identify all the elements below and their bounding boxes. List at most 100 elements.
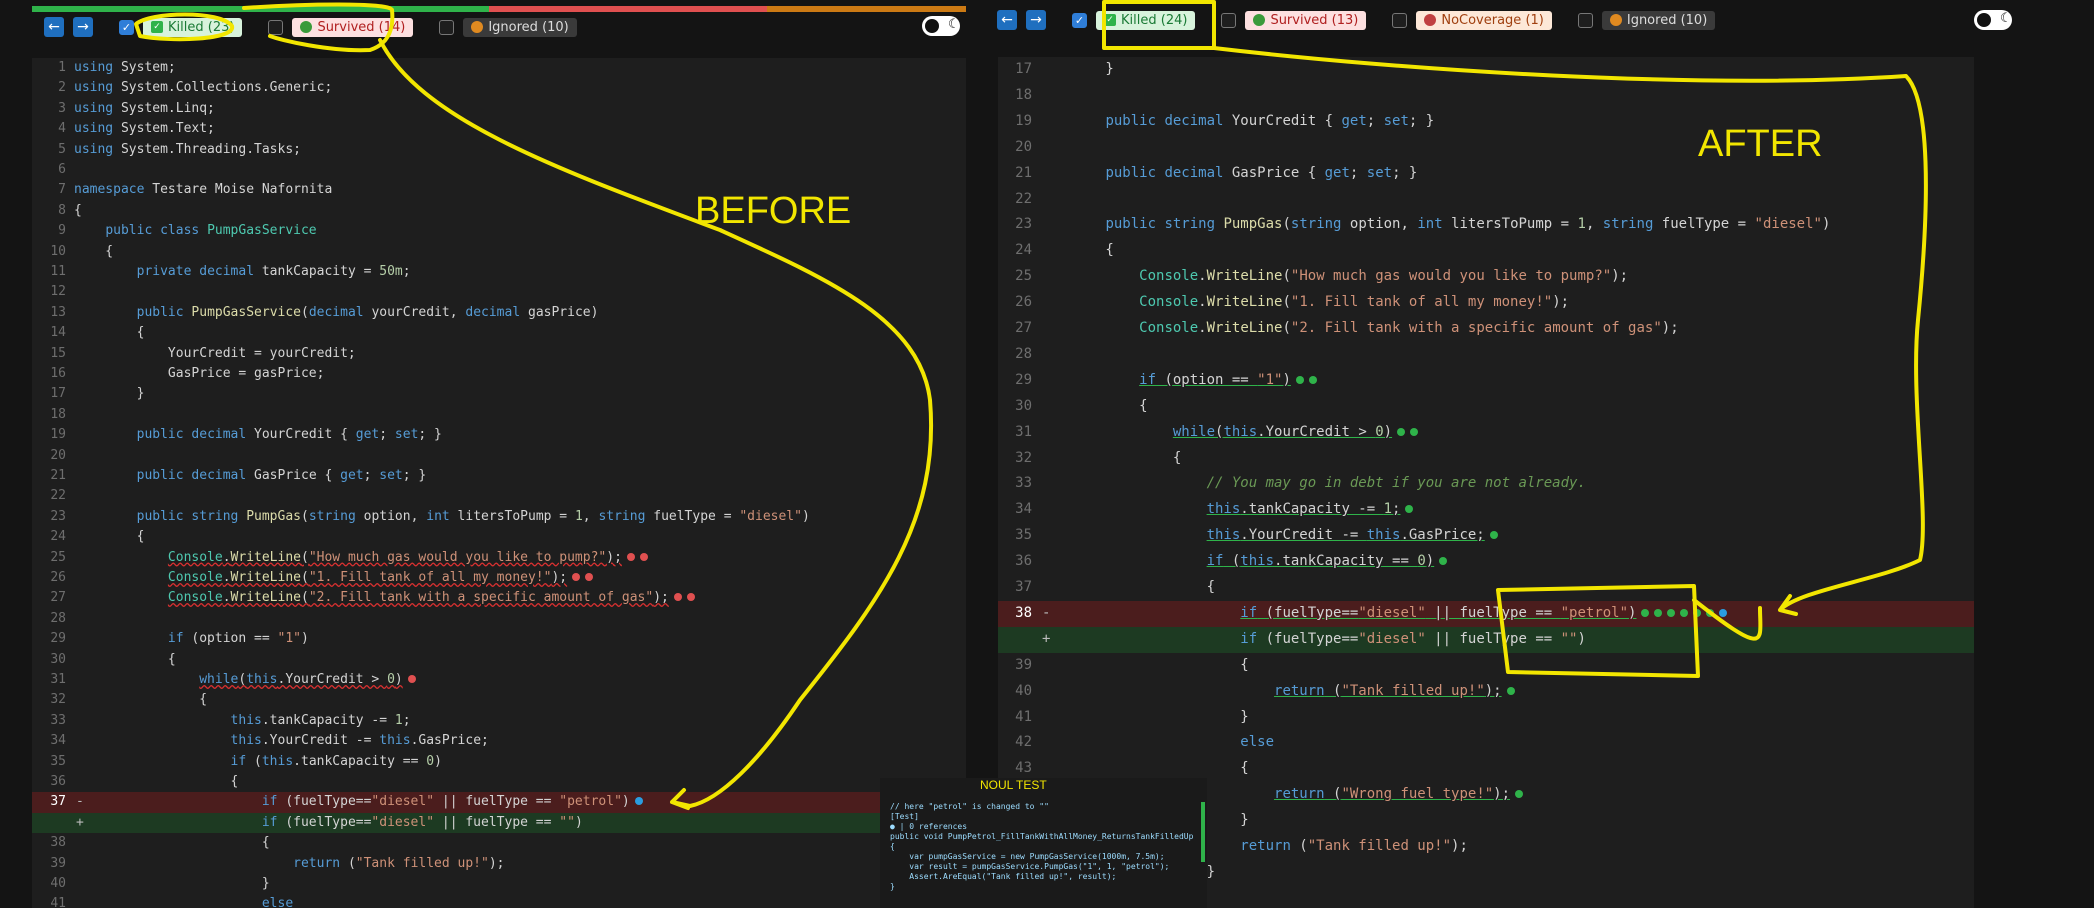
before-label: BEFORE	[695, 190, 852, 232]
killed-mutant-dot[interactable]	[1397, 427, 1406, 436]
code-token: )	[1577, 630, 1586, 647]
code-token: public string	[136, 508, 239, 524]
filter-checkbox-nocov[interactable]	[1392, 12, 1408, 28]
survived-mutant-dot[interactable]	[407, 675, 416, 683]
code-token: (	[1156, 371, 1173, 388]
code-text: namespace Testare Moise Nafornita	[74, 180, 332, 200]
next-mutant-button[interactable]: →	[73, 17, 93, 37]
killed-mutant-dot[interactable]	[1654, 608, 1663, 617]
killed-mutant-dot[interactable]	[1405, 505, 1414, 514]
null-test-title: NOUL TEST	[980, 778, 1047, 792]
selected-mutant-dot[interactable]	[634, 797, 643, 806]
selected-mutant-dot[interactable]	[1719, 608, 1728, 617]
code-token: tankCapacity =	[254, 264, 380, 279]
filter-checkbox-ign[interactable]	[1577, 12, 1593, 28]
added-code-line: + if (fuelType=="diesel" || fuelType == …	[32, 812, 966, 834]
filter-badge-killed[interactable]: ✓ Killed (24)	[1096, 10, 1196, 30]
filter-checkbox-ign[interactable]	[439, 19, 455, 35]
filter-checkbox-surv[interactable]	[1221, 12, 1237, 28]
code-token: .GasPrice;	[1400, 527, 1485, 544]
survived-mutant-dot[interactable]	[626, 552, 635, 561]
filter-label: Ignored (10)	[1626, 12, 1708, 28]
code-token: while	[199, 672, 239, 687]
killed-mutant-dot[interactable]	[1295, 375, 1304, 384]
code-token: int	[426, 508, 450, 524]
line-number: 19	[1015, 112, 1032, 129]
moon-icon: ☾	[2000, 11, 2008, 26]
line-number: 3	[58, 100, 66, 116]
killed-mutant-dot[interactable]	[1489, 531, 1498, 540]
code-token: get	[1341, 112, 1367, 129]
moon-icon: ☾	[948, 17, 956, 32]
killed-mutant-dot[interactable]	[1667, 608, 1676, 617]
code-token: set	[1366, 164, 1393, 181]
code-token: (	[301, 508, 309, 524]
filter-badge-killed[interactable]: ✓ Killed (23)	[143, 17, 243, 37]
code-token: ; }	[1408, 112, 1435, 129]
killed-mutant-dot[interactable]	[1641, 608, 1650, 617]
killed-mutant-dot[interactable]	[1680, 608, 1689, 617]
line-number: 29	[50, 631, 66, 647]
progress-segment-killed	[32, 6, 490, 12]
line-number: 23	[50, 508, 66, 524]
killed-mutant-dot[interactable]	[1410, 427, 1419, 436]
killed-mutant-dot[interactable]	[1506, 686, 1515, 695]
code-token: "Tank filled up!"	[1341, 682, 1485, 699]
theme-toggle[interactable]: ☾	[922, 16, 960, 36]
code-token: YourCredit {	[1223, 112, 1342, 129]
killed-mutant-dot[interactable]	[1706, 608, 1715, 617]
code-text: if (fuelType=="diesel" || fuelType == ""…	[74, 813, 583, 833]
survived-mutant-dot[interactable]	[572, 573, 581, 581]
code-line: 36 if (this.tankCapacity == 0)	[998, 549, 1974, 575]
survived-mutant-dot[interactable]	[686, 593, 695, 602]
line-number: 2	[58, 80, 66, 96]
survived-mutant-dot[interactable]	[673, 593, 682, 602]
survived-mutant-dot[interactable]	[585, 573, 594, 581]
code-token: )	[434, 753, 442, 769]
code-token: using	[74, 100, 114, 116]
killed-mutant-dot[interactable]	[1308, 375, 1317, 384]
filter-badge-ign[interactable]: Ignored (10)	[1601, 10, 1716, 30]
filter-badge-surv[interactable]: Survived (13)	[1245, 10, 1367, 30]
code-token: string	[598, 508, 646, 524]
progress-segment-ignored	[767, 6, 966, 12]
code-text: public class PumpGasService	[74, 221, 316, 241]
code-token: this	[230, 733, 262, 749]
survived-mutant-dot[interactable]	[639, 552, 648, 561]
filter-badge-ign[interactable]: Ignored (10)	[463, 17, 577, 37]
previous-mutant-button[interactable]: ←	[997, 10, 1017, 30]
killed-mutant-dot[interactable]	[1439, 557, 1448, 566]
filter-badge-nocov[interactable]: NoCoverage (1)	[1416, 10, 1552, 30]
next-mutant-button[interactable]: →	[1026, 10, 1046, 30]
filter-checkbox-surv[interactable]	[268, 19, 284, 35]
code-token: .tankCapacity ==	[1274, 553, 1418, 570]
filter-badge-surv[interactable]: Survived (14)	[292, 17, 414, 37]
code-line: 26 Console.WriteLine("1. Fill tank of al…	[998, 290, 1974, 316]
killed-mutant-dot[interactable]	[1515, 790, 1524, 799]
alien-icon	[1253, 14, 1266, 26]
killed-mutant-dot[interactable]	[1693, 608, 1702, 617]
filter-checkbox-killed[interactable]: ✓	[1072, 12, 1087, 28]
code-text: if (fuelType=="diesel" || fuelType == ""…	[1038, 627, 1586, 653]
code-token: public string	[1105, 216, 1216, 233]
code-text: else	[1038, 730, 1274, 756]
code-line: 23 public string PumpGas(string option, …	[998, 212, 1974, 238]
previous-mutant-button[interactable]: ←	[44, 17, 64, 37]
theme-toggle[interactable]: ☾	[1974, 10, 2012, 30]
code-token: YourCredit {	[246, 427, 356, 443]
code-token: );	[1552, 294, 1570, 311]
code-token: "petrol"	[559, 794, 622, 810]
code-token: 50m	[379, 264, 403, 279]
line-number: 4	[58, 121, 66, 137]
code-token: )	[1383, 423, 1393, 440]
ghost-icon	[1424, 14, 1437, 26]
code-text: Console.WriteLine("1. Fill tank of all m…	[74, 568, 594, 588]
code-line: 25 Console.WriteLine("How much gas would…	[32, 548, 966, 568]
filter-checkbox-killed[interactable]: ✓	[119, 19, 134, 35]
